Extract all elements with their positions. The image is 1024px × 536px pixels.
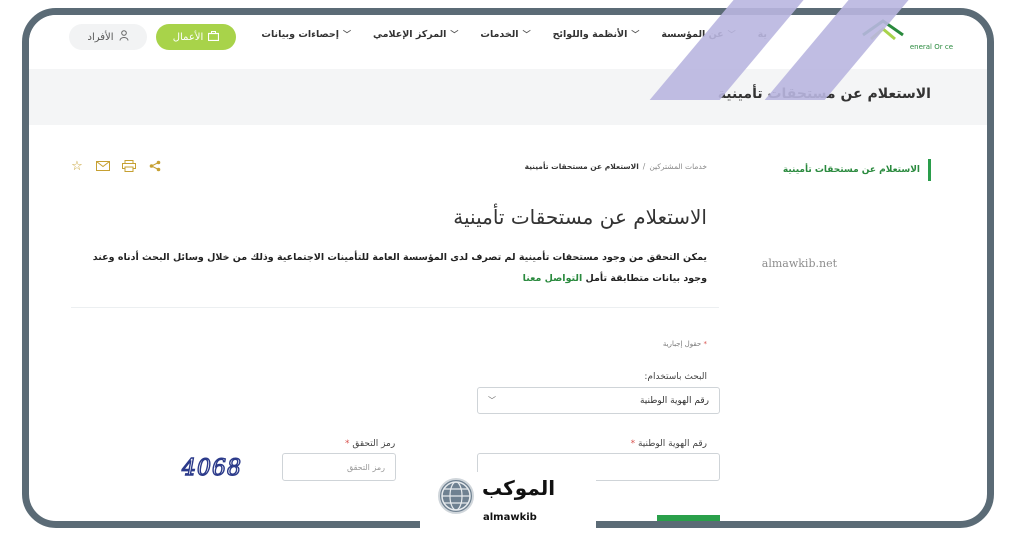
contact-us-link[interactable]: التواصل معنا: [523, 273, 583, 284]
required-note-text: حقول إجبارية: [662, 340, 702, 348]
brand-arabic: الموكب: [482, 476, 556, 500]
nav-item-statistics[interactable]: إحصاءات وبيانات ﹀: [261, 29, 351, 40]
page-description: يمكن التحقق من وجود مستحقات تأمينية لم ت…: [82, 247, 707, 289]
print-icon[interactable]: [121, 158, 137, 174]
screenshot-frame: ية عن المؤسسة﹀ الأنظمة واللوائح﹀ الخدمات…: [22, 8, 994, 528]
nav-item-label: إحصاءات وبيانات: [261, 29, 340, 40]
user-icon: [119, 30, 129, 44]
share-icon[interactable]: [147, 158, 163, 174]
individuals-label: الأفراد: [87, 31, 114, 43]
search-by-value: رقم الهوية الوطنية: [639, 395, 709, 406]
chevron-down-icon: ﹀: [488, 396, 496, 405]
description-text: يمكن التحقق من وجود مستحقات تأمينية لم ت…: [92, 252, 707, 284]
page-title: الاستعلام عن مستحقات تأمينية: [453, 205, 707, 229]
business-label: الأعمال: [172, 31, 204, 43]
logo-text: eneral Or ce: [909, 43, 953, 51]
site-watermark: almawkib.net: [761, 257, 837, 270]
required-star: *: [630, 439, 636, 449]
captcha-image: 4068: [180, 455, 242, 481]
captcha-placeholder: رمز التحقق: [346, 462, 385, 472]
breadcrumb-current: الاستعلام عن مستحقات تأمينية: [524, 162, 639, 171]
individuals-button[interactable]: الأفراد: [69, 24, 147, 50]
search-by-label: البحث باستخدام:: [644, 372, 707, 382]
briefcase-icon: [208, 30, 220, 44]
captcha-label: رمز التحقق *: [345, 439, 395, 449]
chevron-down-icon: ﹀: [631, 30, 640, 39]
required-star: *: [345, 439, 350, 449]
mail-icon[interactable]: [95, 158, 111, 174]
divider: [71, 307, 719, 308]
business-button[interactable]: الأعمال: [156, 24, 236, 50]
nav-item-services[interactable]: الخدمات ﹀: [480, 29, 530, 40]
nav-item-regulations[interactable]: الأنظمة واللوائح ﹀: [553, 29, 640, 40]
page-actions: ☆: [69, 158, 163, 174]
national-id-label-text: رقم الهوية الوطنية: [637, 439, 707, 449]
star-icon[interactable]: ☆: [69, 158, 85, 174]
sidebar-item-active[interactable]: الاستعلام عن مستحقات تأمينية: [773, 159, 931, 181]
breadcrumb-parent[interactable]: خدمات المشتركين: [649, 162, 707, 171]
nav-item-label: المركز الإعلامي: [373, 29, 447, 40]
nav-item-label: الأنظمة واللوائح: [552, 29, 628, 40]
nav-menu: ية عن المؤسسة﹀ الأنظمة واللوائح﹀ الخدمات…: [261, 29, 767, 40]
nav-item-label: الخدمات: [480, 29, 519, 40]
chevron-down-icon: ﹀: [522, 30, 531, 39]
brand-english: almawkib: [483, 512, 537, 523]
required-note: * حقول إجبارية: [663, 340, 707, 348]
globe-icon: [438, 478, 474, 514]
captcha-text: 4068: [181, 456, 242, 481]
required-star: *: [703, 340, 708, 348]
captcha-label-text: رمز التحقق: [352, 439, 396, 449]
captcha-input[interactable]: رمز التحقق: [282, 453, 396, 481]
nav-item-media-center[interactable]: المركز الإعلامي ﹀: [373, 29, 458, 40]
breadcrumb: خدمات المشتركين / الاستعلام عن مستحقات ت…: [525, 162, 707, 171]
chevron-down-icon: ﹀: [343, 30, 352, 39]
submit-button[interactable]: [657, 515, 720, 521]
search-by-select[interactable]: رقم الهوية الوطنية ﹀: [477, 387, 720, 414]
chevron-down-icon: ﹀: [450, 30, 459, 39]
national-id-label: رقم الهوية الوطنية *: [631, 439, 707, 449]
breadcrumb-separator: /: [642, 162, 646, 171]
watermark-badge: الموكب almawkib: [398, 472, 616, 536]
